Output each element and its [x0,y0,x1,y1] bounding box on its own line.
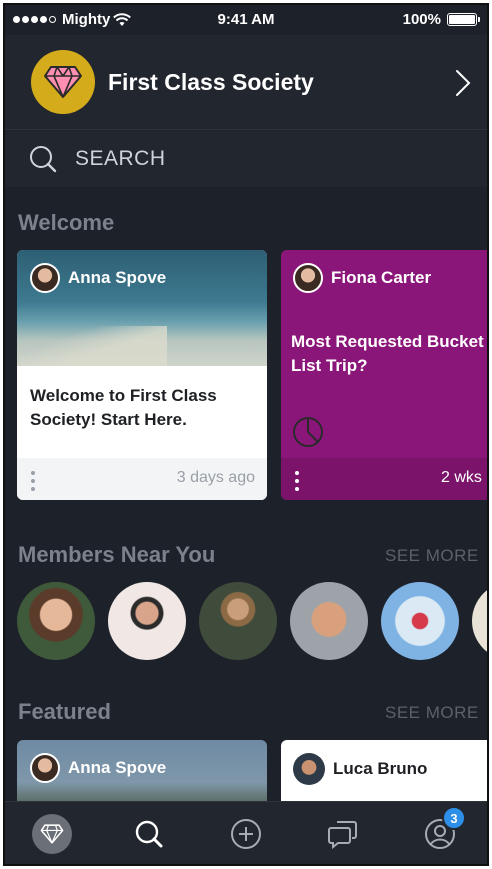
member-avatar[interactable] [472,582,487,660]
status-bar: Mighty 9:41 AM 100% [5,5,487,35]
member-avatar[interactable] [290,582,368,660]
tab-profile[interactable]: 3 [420,806,466,854]
member-avatar[interactable] [381,582,459,660]
chevron-right-icon[interactable] [455,69,471,97]
members-section-title: Members Near You [18,542,216,567]
author-name: Anna Spove [68,268,167,287]
tab-bar: 3 [5,801,487,864]
search-icon [135,820,163,848]
member-avatar[interactable] [199,582,277,660]
post-author[interactable]: Anna Spove [30,263,166,293]
community-logo [31,50,95,114]
featured-see-more-link[interactable]: SEE MORE [385,703,479,723]
members-carousel [17,582,487,660]
battery-icon [447,13,480,26]
search-icon [30,146,57,173]
featured-post-card[interactable]: Luca Bruno [281,740,487,810]
post-author[interactable]: Luca Bruno [293,753,427,785]
notification-badge: 3 [442,806,466,830]
community-name: First Class Society [108,69,314,95]
author-name: Luca Bruno [333,759,428,778]
poll-icon [293,417,323,447]
avatar [293,753,325,785]
poll-post-card[interactable]: Fiona Carter Most Requested Bucket List … [281,250,487,500]
author-name: Anna Spove [68,758,167,777]
tab-search[interactable] [129,814,169,854]
community-header[interactable]: First Class Society [5,35,487,130]
search-label: SEARCH [75,147,166,170]
post-author[interactable]: Fiona Carter [293,263,431,293]
card-footer: 2 wks [281,458,487,500]
avatar [293,263,323,293]
tab-create[interactable] [226,814,266,854]
more-options-icon[interactable] [31,471,35,491]
diamond-icon [44,66,82,98]
welcome-post-card[interactable]: Anna Spove Welcome to First Class Societ… [17,250,267,500]
featured-post-card[interactable]: Anna Spove [17,740,267,810]
post-time: 2 wks [441,469,482,486]
card-footer: 3 days ago [17,458,267,500]
post-time: 3 days ago [176,469,255,486]
author-name: Fiona Carter [331,268,432,287]
chat-icon [328,821,357,850]
tab-chat[interactable] [323,814,363,854]
welcome-section-title: Welcome [18,210,115,235]
post-title: Most Requested Bucket List Trip? [291,332,484,375]
tab-home[interactable] [32,814,72,854]
member-avatar[interactable] [17,582,95,660]
search-bar[interactable]: SEARCH [5,131,487,187]
member-avatar[interactable] [108,582,186,660]
post-title: Welcome to First Class Society! Start He… [30,386,217,429]
plus-circle-icon [231,819,261,849]
avatar [30,753,60,783]
more-options-icon[interactable] [295,471,299,491]
post-author[interactable]: Anna Spove [30,753,166,783]
featured-section-title: Featured [18,699,111,724]
battery-percent: 100% [402,11,441,28]
diamond-icon [40,824,64,844]
avatar [30,263,60,293]
battery-info: 100% [402,11,480,28]
app-screen: Mighty 9:41 AM 100% First Class Society [3,3,489,866]
members-see-more-link[interactable]: SEE MORE [385,546,479,566]
